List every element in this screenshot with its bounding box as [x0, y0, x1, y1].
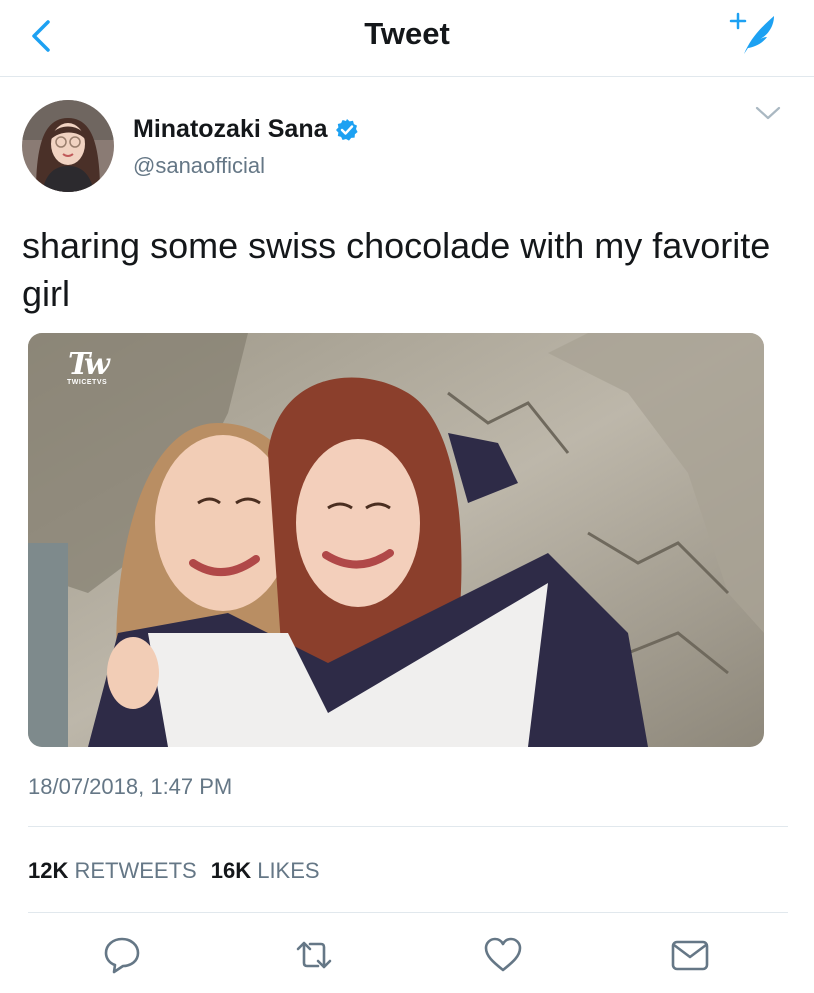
likes-count: 16K	[210, 858, 252, 883]
verified-badge-icon	[335, 118, 358, 141]
divider	[28, 912, 788, 913]
reply-icon[interactable]	[100, 933, 144, 977]
retweets-stat[interactable]: 12K RETWEETS	[28, 858, 197, 883]
like-icon[interactable]	[481, 933, 525, 977]
photo-image	[28, 333, 764, 747]
retweets-label: RETWEETS	[74, 858, 197, 883]
avatar-image	[22, 100, 114, 192]
author-handle[interactable]: @sanaofficial	[133, 153, 265, 179]
compose-tweet-icon[interactable]	[728, 10, 780, 58]
direct-message-icon[interactable]	[668, 933, 712, 977]
likes-label: LIKES	[257, 858, 320, 883]
page-title: Tweet	[364, 16, 450, 51]
tweet-text: sharing some swiss chocolade with my fav…	[22, 225, 771, 314]
top-bar: Tweet	[0, 0, 814, 77]
tweet-timestamp: 18/07/2018, 1:47 PM	[28, 774, 233, 799]
tweet-stats: 12K RETWEETS 16K LIKES	[28, 858, 320, 884]
divider	[28, 826, 788, 827]
author-name-row[interactable]: Minatozaki Sana	[133, 115, 359, 144]
tweet-photo[interactable]: Tw TWICETVS	[28, 333, 764, 747]
avatar[interactable]	[22, 100, 114, 192]
chevron-down-icon[interactable]	[754, 102, 782, 124]
likes-stat[interactable]: 16K LIKES	[211, 858, 320, 883]
author-name[interactable]: Minatozaki Sana	[133, 115, 328, 144]
twice-logo-watermark: Tw	[68, 347, 110, 382]
watermark-label: TWICETVS	[67, 379, 108, 386]
retweet-icon[interactable]	[292, 933, 336, 977]
retweets-count: 12K	[28, 858, 69, 883]
